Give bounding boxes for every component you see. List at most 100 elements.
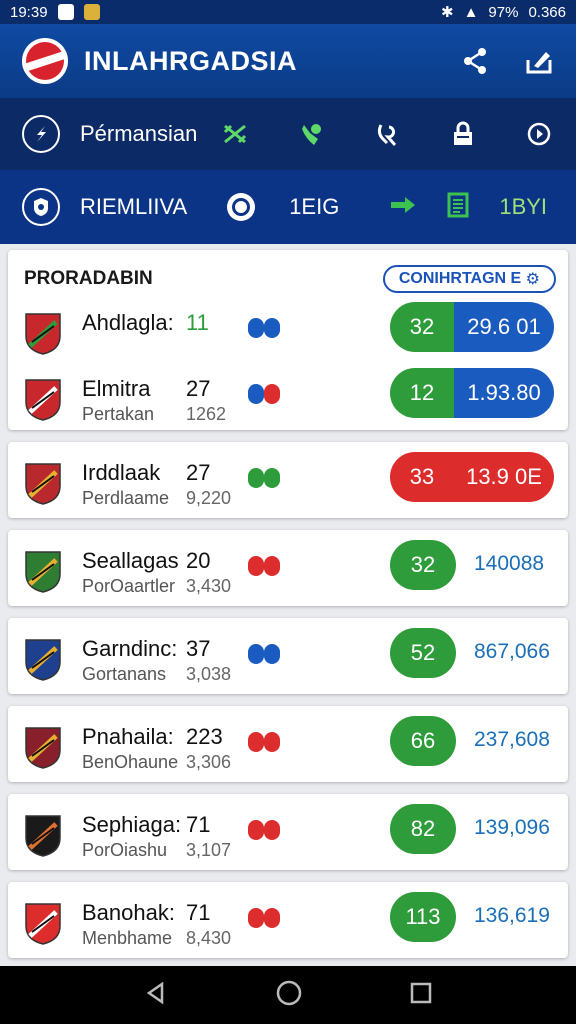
form-dot	[248, 384, 264, 404]
team-crest	[24, 814, 62, 858]
form-dot	[264, 732, 280, 752]
points-button[interactable]: 113	[390, 892, 456, 942]
team-name: Irddlaak	[82, 460, 161, 485]
system-nav-bar	[0, 966, 576, 1024]
league-card: PRORADABIN CONIHRTAGN E ⚙ Ahdlagla: 11 32 29.…	[8, 250, 568, 430]
odds-button[interactable]: 33 13.9 0E	[390, 452, 554, 502]
filter-row: RIEMLIIVA 1EIG 1BYI	[0, 170, 576, 244]
team-score: 11	[186, 310, 209, 335]
back-icon[interactable]	[144, 981, 168, 1010]
arrow-right-icon[interactable]	[389, 195, 417, 220]
notification-icon	[57, 4, 74, 20]
wrench-icon[interactable]	[273, 121, 349, 147]
team-card: Pnahaila: BenOhaune 223 3,306 66 237,608	[8, 706, 568, 782]
lock-icon[interactable]	[425, 121, 501, 147]
odds-left: 12	[390, 368, 454, 418]
battery-text: 97%	[488, 3, 519, 21]
team-row[interactable]: Elmitra Pertakan 27 1262 12 1.93.80	[8, 366, 568, 430]
team-name: Sephiaga:	[82, 812, 182, 837]
view-icon[interactable]	[227, 193, 256, 221]
team-crest	[24, 462, 62, 506]
form-dot	[264, 318, 280, 338]
nav-row: Pérmansian	[0, 98, 576, 170]
settings-icon: ⚙	[525, 271, 540, 288]
team-crest	[24, 378, 62, 422]
points-button[interactable]: 66	[390, 716, 456, 766]
team-score: 27	[186, 376, 211, 401]
team-subtitle: PorOaartler	[82, 576, 176, 596]
team-row[interactable]: Pnahaila: BenOhaune 223 3,306 66 237,608	[8, 714, 568, 778]
team-total: 1262	[186, 404, 227, 424]
points-button[interactable]: 82	[390, 804, 456, 854]
app-notification-icon	[83, 4, 100, 20]
team-card: Banohak: Menbhame 71 8,430 113 136,619	[8, 882, 568, 958]
share-icon[interactable]	[460, 46, 490, 76]
form-indicator	[248, 820, 280, 840]
status-right-text: 0.366	[528, 3, 566, 21]
team-card: Irddlaak Perdlaame 27 9,220 33 13.9 0E	[8, 442, 568, 518]
team-name: Ahdlagla:	[82, 310, 174, 335]
phone-icon[interactable]	[349, 121, 425, 147]
team-total: 9,220	[186, 488, 232, 508]
odds-left: 32	[390, 302, 454, 352]
team-card: Seallagas PorOaartler 20 3,430 32 140088	[8, 530, 568, 606]
filter-value-1: 1EIG	[289, 194, 340, 219]
team-row[interactable]: Irddlaak Perdlaame 27 9,220 33 13.9 0E	[8, 450, 568, 514]
team-crest	[24, 726, 62, 770]
team-subtitle: Perdlaame	[82, 488, 170, 508]
team-score: 20	[186, 548, 211, 573]
odds-left: 33	[390, 452, 454, 502]
form-dot	[264, 644, 280, 664]
status-time: 19:39	[10, 3, 48, 21]
odds-right: 13.9 0E	[454, 452, 554, 502]
team-row[interactable]: Ahdlagla: 11 32 29.6 01	[8, 300, 568, 364]
team-value: 139,096	[474, 816, 550, 839]
app-logo	[22, 38, 68, 84]
form-dot	[264, 468, 280, 488]
team-value: 136,619	[474, 904, 550, 927]
form-indicator	[248, 468, 280, 488]
compass-icon[interactable]	[22, 115, 60, 153]
status-bar: 19:39 ✱ ▲ 97% 0.366	[0, 0, 576, 24]
form-dot	[248, 318, 264, 338]
form-dot	[248, 732, 264, 752]
team-row[interactable]: Seallagas PorOaartler 20 3,430 32 140088	[8, 538, 568, 602]
team-value: 140088	[474, 552, 545, 575]
league-header: PRORADABIN CONIHRTAGN E ⚙	[24, 264, 556, 294]
tools-icon[interactable]	[197, 122, 273, 146]
team-score: 71	[186, 900, 211, 925]
league-filter-label: CONIHRTAGN E	[398, 270, 522, 287]
team-row[interactable]: Sephiaga: PorOiashu 71 3,107 82 139,096	[8, 802, 568, 866]
team-score: 27	[186, 460, 211, 485]
recents-icon[interactable]	[410, 982, 432, 1009]
form-dot	[248, 820, 264, 840]
form-dot	[248, 908, 264, 928]
home-icon[interactable]	[276, 980, 302, 1011]
team-subtitle: PorOiashu	[82, 840, 168, 860]
team-total: 3,306	[186, 752, 232, 772]
team-total: 3,038	[186, 664, 232, 684]
team-row[interactable]: Garndinc: Gortanans 37 3,038 52 867,066	[8, 626, 568, 690]
odds-button[interactable]: 12 1.93.80	[390, 368, 554, 418]
app-title: INLAHRGADSIA	[84, 45, 297, 76]
team-subtitle: Menbhame	[82, 928, 173, 948]
team-crest	[24, 638, 62, 682]
team-name: Seallagas	[82, 548, 179, 573]
odds-button[interactable]: 32 29.6 01	[390, 302, 554, 352]
team-card: Garndinc: Gortanans 37 3,038 52 867,066	[8, 618, 568, 694]
form-dot	[248, 468, 264, 488]
team-total: 3,430	[186, 576, 232, 596]
team-value: 237,608	[474, 728, 550, 751]
form-dot	[248, 644, 264, 664]
edit-icon[interactable]	[524, 46, 554, 76]
league-filter-button[interactable]: CONIHRTAGN E ⚙	[382, 265, 556, 293]
team-crest	[24, 312, 62, 356]
team-row[interactable]: Banohak: Menbhame 71 8,430 113 136,619	[8, 890, 568, 954]
app-bar: INLAHRGADSIA	[0, 24, 576, 98]
document-icon[interactable]	[447, 192, 469, 223]
crest-icon[interactable]	[22, 188, 60, 226]
points-button[interactable]: 52	[390, 628, 456, 678]
play-icon[interactable]	[501, 121, 576, 147]
points-button[interactable]: 32	[390, 540, 456, 590]
form-indicator	[248, 644, 280, 664]
